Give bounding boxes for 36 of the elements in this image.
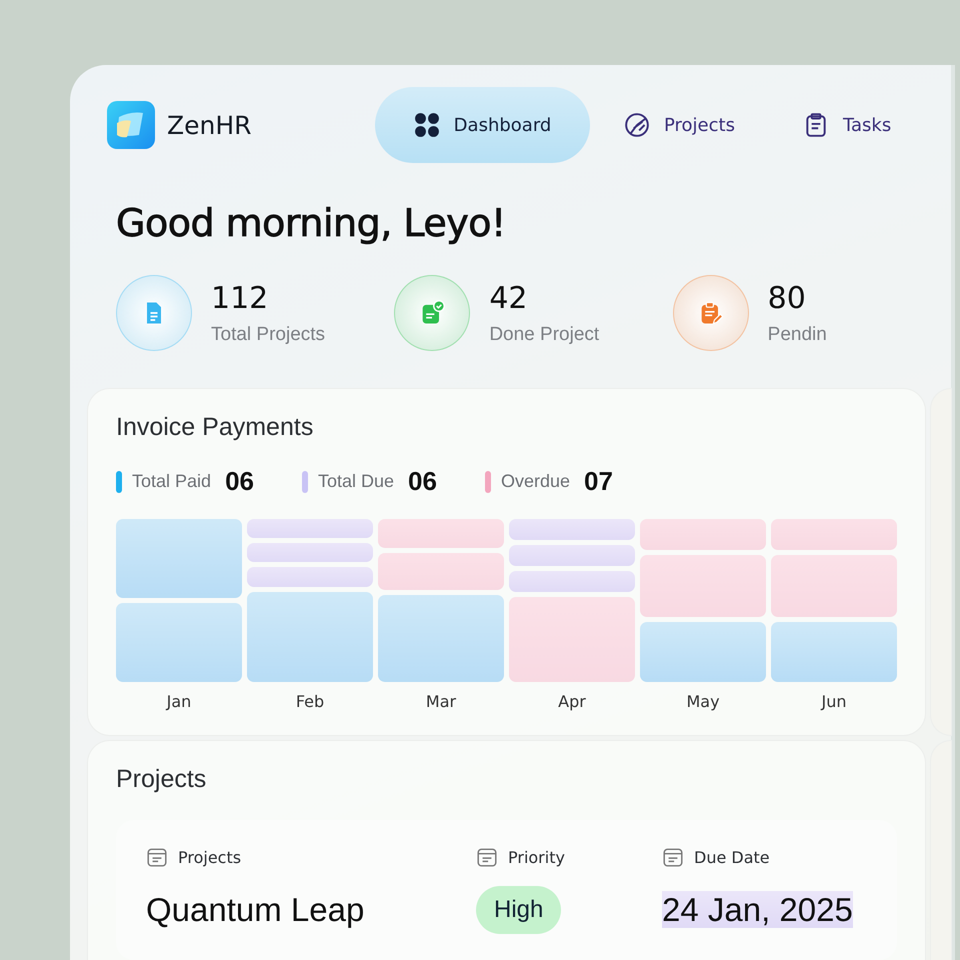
month-label: Apr xyxy=(558,692,586,711)
stat-label: Pendin xyxy=(768,324,827,346)
month-label: Jun xyxy=(822,692,846,711)
legend-label: Total Paid xyxy=(132,471,212,492)
calendar-icon xyxy=(662,846,684,868)
greeting-heading: Good morning, Leyo! xyxy=(116,201,507,245)
calendar-icon xyxy=(476,846,498,868)
grid-icon xyxy=(414,112,440,138)
legend-label: Total Due xyxy=(318,471,394,492)
month-label: May xyxy=(686,692,720,711)
nav-tab[interactable]: Projects xyxy=(590,87,769,163)
panel-title: Invoice Payments xyxy=(116,413,314,442)
legend-value: 06 xyxy=(408,466,437,497)
priority-tag: High xyxy=(476,886,562,934)
month-label: Jan xyxy=(166,692,192,711)
brand-name: ZenHR xyxy=(167,110,252,140)
column-header: Priority xyxy=(508,848,565,866)
logo-icon xyxy=(107,101,155,149)
stat-value: 80 xyxy=(768,280,807,316)
legend-value: 06 xyxy=(225,466,254,497)
stat-value: 112 xyxy=(211,280,270,316)
stat-label: Done Project xyxy=(489,324,600,346)
column-header: Due Date xyxy=(694,848,770,866)
month-label: Feb xyxy=(296,692,324,711)
nav-tab[interactable]: Tasks xyxy=(768,87,926,163)
stat-value: 42 xyxy=(489,280,529,316)
column-header: Projects xyxy=(178,848,242,866)
legend-value: 07 xyxy=(584,466,613,497)
month-label: Mar xyxy=(426,692,456,711)
due-date: 24 Jan, 2025 xyxy=(662,891,853,928)
panel-title: Projects xyxy=(116,765,208,794)
nav-tab[interactable]: Dashboard xyxy=(375,87,590,163)
project-name: Quantum Leap xyxy=(146,891,364,928)
stat-label: Total Projects xyxy=(211,324,326,346)
legend-label: Overdue xyxy=(500,471,570,492)
calendar-icon xyxy=(146,846,168,868)
